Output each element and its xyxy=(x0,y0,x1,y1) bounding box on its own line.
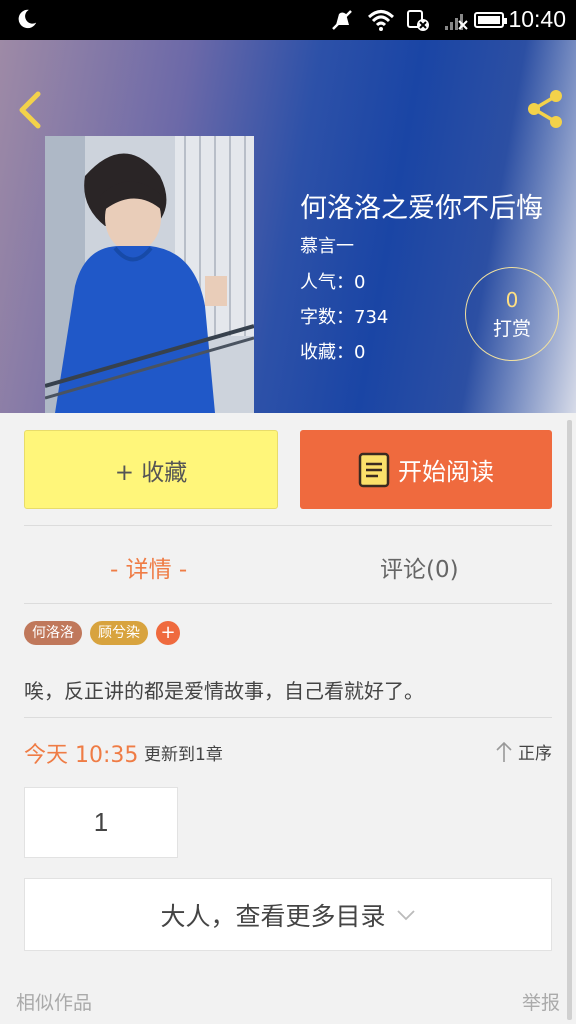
battery-icon xyxy=(474,12,507,28)
more-catalog-button[interactable]: 大人，查看更多目录 xyxy=(24,878,552,951)
tab-detail[interactable]: - 详情 - xyxy=(110,550,187,584)
mute-icon xyxy=(330,9,354,31)
tag-chip[interactable]: 何洛洛 xyxy=(24,621,82,645)
book-icon xyxy=(358,452,390,487)
popularity-stat: 人气：0 xyxy=(300,272,366,293)
chevron-down-icon xyxy=(396,909,415,920)
signal-icon xyxy=(444,9,468,31)
collect-button[interactable]: + 收藏 xyxy=(24,430,278,509)
status-time: 10:40 xyxy=(508,6,566,32)
chapter-item[interactable]: 1 xyxy=(24,787,178,858)
divider xyxy=(24,603,552,604)
update-text: 更新到1章 xyxy=(144,745,223,765)
moon-icon xyxy=(18,9,37,29)
sort-order-button[interactable]: 正序 xyxy=(494,739,552,764)
divider xyxy=(24,717,552,718)
arrow-up-icon xyxy=(496,741,512,762)
tag-chip[interactable]: 顾兮染 xyxy=(90,621,148,645)
book-summary: 唉，反正讲的都是爱情故事，自己看就好了。 xyxy=(24,679,424,703)
more-catalog-label: 大人，查看更多目录 xyxy=(160,901,386,931)
collect-label: + 收藏 xyxy=(114,459,188,486)
word-count-stat: 字数：734 xyxy=(300,307,389,328)
back-icon[interactable] xyxy=(16,90,44,130)
reward-button[interactable]: 0 打赏 xyxy=(465,267,559,361)
book-header: 何洛洛之爱你不后悔 慕言一 人气：0 字数：734 收藏：0 0 打赏 xyxy=(0,40,576,413)
reward-count: 0 xyxy=(505,288,519,312)
similar-works-heading: 相似作品 xyxy=(16,992,93,1014)
start-reading-button[interactable]: 开始阅读 xyxy=(300,430,552,509)
wifi-icon xyxy=(367,9,395,31)
update-time: 今天 10:35 xyxy=(24,743,139,768)
book-author[interactable]: 慕言一 xyxy=(300,232,354,258)
start-reading-label: 开始阅读 xyxy=(398,458,494,486)
status-bar: 10:40 xyxy=(0,0,576,40)
tag-list: 何洛洛 顾兮染 + xyxy=(24,621,180,645)
book-cover-image xyxy=(45,136,254,413)
tab-comments[interactable]: 评论(0) xyxy=(380,550,459,584)
book-title: 何洛洛之爱你不后悔 xyxy=(300,193,543,224)
report-link[interactable]: 举报 xyxy=(522,988,560,1015)
divider xyxy=(24,525,552,526)
sim-off-icon xyxy=(406,9,430,31)
reward-label: 打赏 xyxy=(492,318,531,340)
add-tag-button[interactable]: + xyxy=(156,621,180,645)
scrollbar[interactable] xyxy=(567,420,572,1020)
favorites-stat: 收藏：0 xyxy=(300,342,366,363)
share-icon[interactable] xyxy=(524,88,566,130)
sort-order-label: 正序 xyxy=(518,744,552,764)
